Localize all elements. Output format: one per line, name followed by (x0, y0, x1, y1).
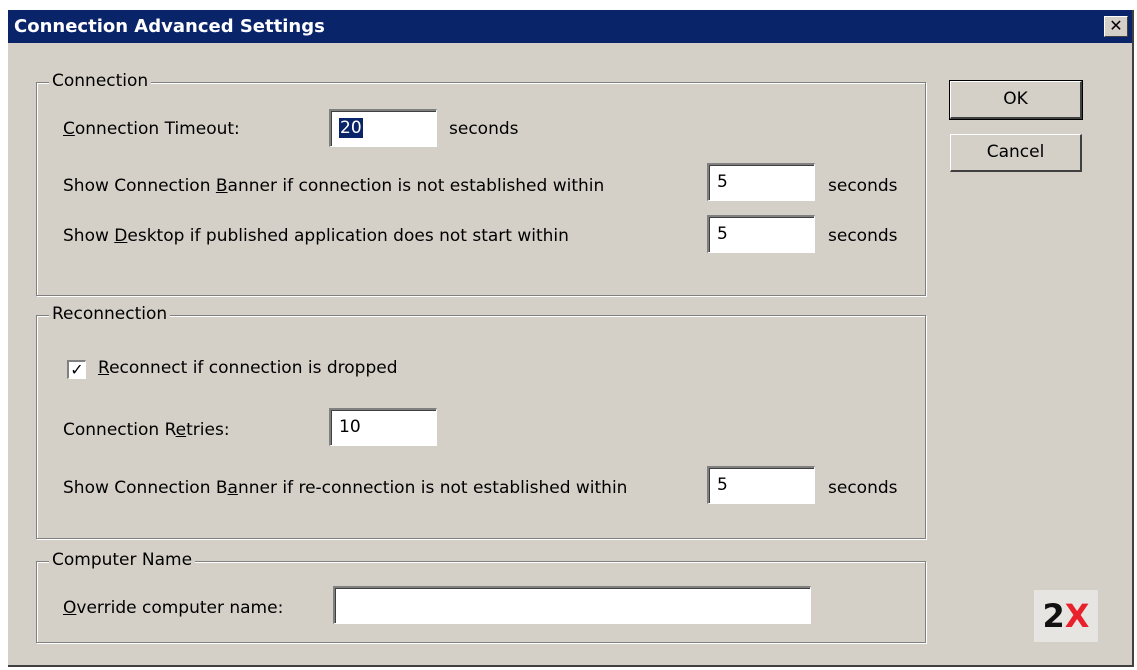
reconnection-group: Reconnection ✓ Reconnect if connection i… (36, 304, 926, 539)
logo-x: X (1064, 597, 1090, 635)
check-icon: ✓ (70, 360, 84, 379)
logo-2: 2 (1042, 597, 1065, 635)
ok-button-label: OK (1003, 89, 1028, 109)
connection-banner-label: Show Connection Banner if connection is … (63, 176, 605, 196)
computer-name-group-legend: Computer Name (49, 550, 196, 570)
close-icon: ✕ (1109, 16, 1123, 35)
2x-logo-icon: 2X (1034, 590, 1098, 642)
show-desktop-unit: seconds (828, 226, 898, 246)
show-desktop-input[interactable]: 5 (707, 215, 815, 253)
cancel-button-label: Cancel (986, 142, 1045, 162)
connection-banner-unit: seconds (828, 176, 898, 196)
connection-timeout-label: Connection Timeout: (63, 119, 240, 139)
reconnection-banner-unit: seconds (828, 478, 898, 498)
reconnection-banner-label: Show Connection Banner if re-connection … (63, 478, 628, 498)
connection-advanced-settings-dialog: Connection Advanced Settings ✕ OK Cancel… (8, 10, 1134, 667)
connection-retries-label: Connection Retries: (63, 420, 230, 440)
computer-name-group: Computer Name Override computer name: (36, 550, 926, 643)
reconnection-banner-value: 5 (717, 475, 728, 495)
window-title: Connection Advanced Settings (14, 16, 325, 37)
connection-timeout-unit: seconds (449, 119, 519, 139)
connection-timeout-value: 20 (339, 118, 363, 138)
override-computer-name-input[interactable] (333, 586, 811, 624)
connection-group-legend: Connection (49, 71, 152, 91)
connection-banner-input[interactable]: 5 (707, 163, 815, 201)
show-desktop-value: 5 (717, 224, 728, 244)
title-bar: Connection Advanced Settings ✕ (8, 10, 1132, 43)
connection-retries-value: 10 (339, 417, 361, 437)
connection-timeout-input[interactable]: 20 (329, 109, 437, 147)
reconnect-checkbox-label[interactable]: Reconnect if connection is dropped (98, 358, 398, 378)
reconnection-banner-input[interactable]: 5 (707, 466, 815, 504)
reconnect-checkbox[interactable]: ✓ (67, 360, 86, 379)
connection-retries-input[interactable]: 10 (329, 408, 437, 446)
cancel-button[interactable]: Cancel (950, 134, 1082, 172)
ok-button[interactable]: OK (949, 80, 1083, 120)
connection-banner-value: 5 (717, 172, 728, 192)
close-button[interactable]: ✕ (1104, 16, 1128, 37)
connection-group: Connection Connection Timeout: 20 second… (36, 71, 926, 296)
show-desktop-label: Show Desktop if published application do… (63, 226, 569, 246)
override-computer-name-label: Override computer name: (63, 598, 284, 618)
reconnection-group-legend: Reconnection (49, 304, 171, 324)
